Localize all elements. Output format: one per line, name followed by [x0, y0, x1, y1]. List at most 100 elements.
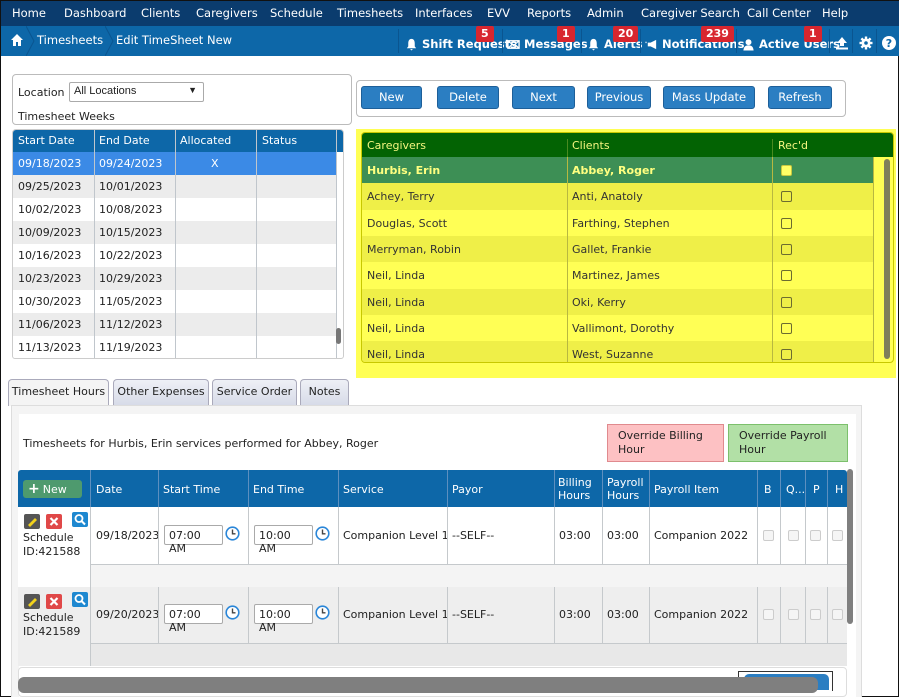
- hours-grid-vertical-scrollbar[interactable]: [847, 469, 853, 624]
- breadcrumb-timesheets[interactable]: Timesheets: [37, 33, 103, 47]
- col-received[interactable]: Rec'd: [778, 139, 808, 152]
- p-checkbox[interactable]: [810, 609, 821, 620]
- h-checkbox[interactable]: [832, 609, 843, 620]
- week-start-date: 10/23/2023: [18, 272, 82, 285]
- start-time-input[interactable]: 07:00 AM: [164, 525, 223, 555]
- col-clients[interactable]: Clients: [572, 139, 610, 152]
- clock-icon[interactable]: [225, 526, 240, 541]
- view-details-icon[interactable]: [72, 592, 88, 607]
- col-allocated[interactable]: Allocated: [180, 134, 231, 147]
- received-checkbox[interactable]: [781, 217, 792, 229]
- active-users-button[interactable]: Active Users: [742, 37, 840, 51]
- delete-button[interactable]: Delete: [437, 86, 499, 109]
- col-payroll-hours[interactable]: Payroll Hours: [607, 476, 644, 502]
- nav-timesheets[interactable]: Timesheets: [337, 6, 403, 20]
- clock-icon[interactable]: [315, 605, 330, 620]
- nav-caregiver-search[interactable]: Caregiver Search: [641, 6, 740, 20]
- nav-help[interactable]: Help: [822, 6, 848, 20]
- col-q[interactable]: Q...: [786, 483, 805, 496]
- new-button[interactable]: New: [361, 86, 422, 109]
- hours-grid-horizontal-scrollbar[interactable]: [18, 677, 818, 693]
- end-time-input[interactable]: 10:00 AM: [254, 604, 313, 634]
- caregiver-client-row[interactable]: Neil, Linda Oki, Kerry: [362, 288, 873, 315]
- previous-button[interactable]: Previous: [587, 86, 651, 109]
- delete-icon[interactable]: [46, 514, 62, 529]
- nav-interfaces[interactable]: Interfaces: [415, 6, 472, 20]
- refresh-button[interactable]: Refresh: [768, 86, 832, 109]
- caregiver-client-row[interactable]: Hurbis, Erin Abbey, Roger: [362, 157, 873, 184]
- tab-timesheet-hours[interactable]: Timesheet Hours: [8, 379, 109, 406]
- add-timesheet-button[interactable]: + New: [23, 480, 82, 498]
- nav-dashboard[interactable]: Dashboard: [64, 6, 126, 20]
- nav-caregivers[interactable]: Caregivers: [196, 6, 258, 20]
- received-checkbox[interactable]: [781, 349, 792, 361]
- col-h[interactable]: H: [835, 483, 843, 496]
- caregiver-client-row[interactable]: Neil, Linda Vallimont, Dorothy: [362, 314, 873, 342]
- b-checkbox[interactable]: [763, 530, 774, 541]
- col-service[interactable]: Service: [343, 483, 384, 496]
- clock-icon[interactable]: [225, 605, 240, 620]
- received-checkbox[interactable]: [781, 243, 792, 255]
- col-p[interactable]: P: [813, 483, 820, 496]
- nav-schedule[interactable]: Schedule: [270, 6, 323, 20]
- b-checkbox[interactable]: [763, 609, 774, 620]
- next-button[interactable]: Next: [512, 86, 575, 109]
- caregiver-client-row[interactable]: Douglas, Scott Farthing, Stephen: [362, 209, 873, 236]
- column-divider: [772, 157, 773, 362]
- col-start-date[interactable]: Start Date: [18, 134, 75, 147]
- caregiver-client-row[interactable]: Achey, Terry Anti, Anatoly: [362, 183, 873, 210]
- received-checkbox[interactable]: [781, 322, 792, 334]
- weeks-scrollbar[interactable]: [336, 328, 341, 344]
- week-end-date: 11/12/2023: [99, 318, 163, 331]
- p-checkbox[interactable]: [810, 530, 821, 541]
- nav-admin[interactable]: Admin: [587, 6, 624, 20]
- received-checkbox[interactable]: [781, 191, 792, 203]
- q-checkbox[interactable]: [788, 609, 799, 620]
- col-billing-hours[interactable]: Billing Hours: [558, 476, 594, 502]
- home-icon[interactable]: [10, 33, 24, 47]
- caregiver-grid-scrollbar[interactable]: [884, 159, 890, 359]
- col-caregivers[interactable]: Caregivers: [367, 139, 426, 152]
- received-checkbox[interactable]: [781, 165, 792, 176]
- help-icon[interactable]: ?: [881, 35, 897, 51]
- tab-other-expenses[interactable]: Other Expenses: [113, 379, 209, 405]
- mass-update-button[interactable]: Mass Update: [663, 86, 755, 109]
- edit-icon[interactable]: [24, 594, 40, 609]
- col-status[interactable]: Status: [262, 134, 297, 147]
- column-divider: [158, 470, 159, 507]
- nav-evv[interactable]: EVV: [487, 6, 510, 20]
- caregiver-client-row[interactable]: Merryman, Robin Gallet, Frankie: [362, 235, 873, 263]
- tab-notes[interactable]: Notes: [300, 379, 349, 405]
- nav-reports[interactable]: Reports: [527, 6, 571, 20]
- col-end-date[interactable]: End Date: [99, 134, 150, 147]
- nav-home[interactable]: Home: [12, 6, 46, 20]
- q-checkbox[interactable]: [788, 530, 799, 541]
- received-checkbox[interactable]: [781, 270, 792, 282]
- caregiver-client-row[interactable]: Neil, Linda Martinez, James: [362, 262, 873, 289]
- col-start-time[interactable]: Start Time: [163, 483, 220, 496]
- tab-service-order[interactable]: Service Order: [212, 379, 297, 405]
- col-date[interactable]: Date: [96, 483, 122, 496]
- location-select[interactable]: All Locations ▼: [69, 82, 204, 102]
- week-end-date: 09/24/2023: [99, 157, 163, 170]
- nav-clients[interactable]: Clients: [141, 6, 180, 20]
- start-time-input[interactable]: 07:00 AM: [164, 604, 223, 634]
- col-end-time[interactable]: End Time: [253, 483, 304, 496]
- edit-icon[interactable]: [24, 514, 40, 529]
- col-payroll-item[interactable]: Payroll Item: [654, 483, 719, 496]
- h-checkbox[interactable]: [832, 530, 843, 541]
- clock-icon[interactable]: [315, 526, 330, 541]
- caregiver-client-row[interactable]: Neil, Linda West, Suzanne: [362, 341, 873, 362]
- delete-icon[interactable]: [46, 594, 62, 609]
- messages-button[interactable]: Messages: [507, 37, 588, 51]
- gear-icon[interactable]: [858, 35, 874, 51]
- view-details-icon[interactable]: [72, 512, 88, 527]
- nav-call-center[interactable]: Call Center: [747, 6, 811, 20]
- upload-icon[interactable]: [834, 35, 850, 51]
- week-start-date: 10/30/2023: [18, 295, 82, 308]
- col-payor[interactable]: Payor: [452, 483, 483, 496]
- col-b[interactable]: B: [764, 483, 772, 496]
- end-time-input[interactable]: 10:00 AM: [254, 525, 313, 555]
- shift-requests-button[interactable]: Shift Requests: [405, 37, 517, 51]
- received-checkbox[interactable]: [781, 296, 792, 308]
